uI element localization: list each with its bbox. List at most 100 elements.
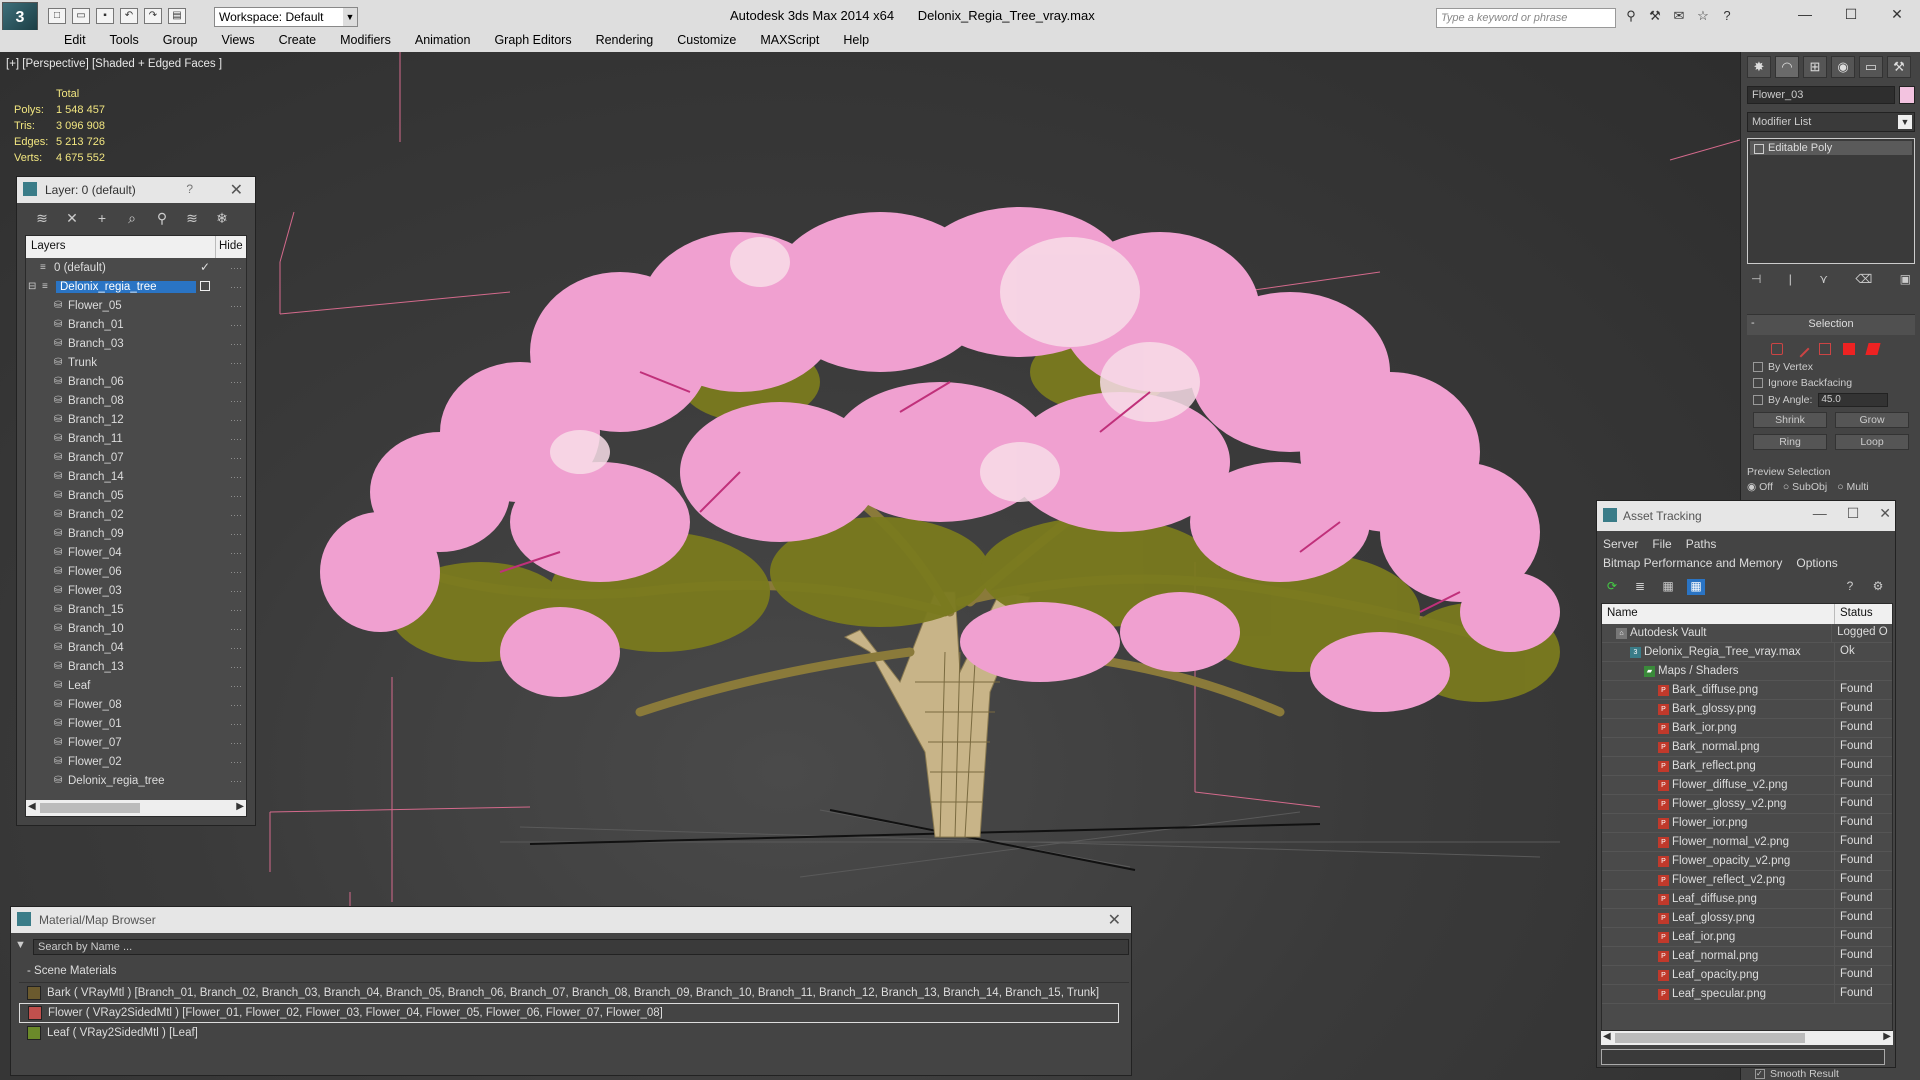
hide-toggle[interactable]: ····: [226, 263, 246, 273]
column-hide[interactable]: Hide: [216, 236, 246, 258]
horizontal-scrollbar[interactable]: ◀ ▶: [26, 800, 246, 816]
help-icon[interactable]: ?: [1841, 579, 1859, 595]
asset-row[interactable]: P Flower_reflect_v2.png Found: [1602, 871, 1892, 890]
hide-toggle[interactable]: ····: [226, 567, 246, 577]
asset-row[interactable]: P Flower_glossy_v2.png Found: [1602, 795, 1892, 814]
menu-item-tools[interactable]: Tools: [98, 30, 151, 52]
binoculars-icon[interactable]: ⚲: [1622, 8, 1640, 26]
asset-row[interactable]: P Flower_ior.png Found: [1602, 814, 1892, 833]
menu-item-rendering[interactable]: Rendering: [584, 30, 666, 52]
grow-button[interactable]: Grow: [1835, 412, 1909, 428]
layer-object-row[interactable]: ⛁ Branch_13 ····: [26, 657, 246, 676]
scroll-right-icon[interactable]: ▶: [1883, 1031, 1891, 1042]
layer-object-row[interactable]: ⛁ Flower_08 ····: [26, 695, 246, 714]
hide-toggle[interactable]: ····: [226, 510, 246, 520]
motion-tab-icon[interactable]: ◉: [1831, 56, 1855, 78]
layer-panel-title-bar[interactable]: Layer: 0 (default) ? ✕: [17, 177, 255, 203]
object-name-field[interactable]: Flower_03: [1747, 86, 1895, 104]
layer-object-row[interactable]: ⛁ Branch_06 ····: [26, 372, 246, 391]
material-row[interactable]: Flower ( VRay2SidedMtl ) [Flower_01, Flo…: [19, 1003, 1119, 1023]
scroll-thumb[interactable]: [1615, 1033, 1805, 1043]
by-angle-checkbox[interactable]: By Angle: 45.0: [1747, 391, 1915, 409]
asset-row[interactable]: P Bark_glossy.png Found: [1602, 700, 1892, 719]
layer-object-row[interactable]: ⛁ Leaf ····: [26, 676, 246, 695]
save-icon[interactable]: ▪: [96, 8, 114, 24]
ignore-backfacing-checkbox[interactable]: Ignore Backfacing: [1747, 375, 1915, 391]
hide-toggle[interactable]: ····: [226, 700, 246, 710]
help-icon[interactable]: ?: [1718, 8, 1736, 26]
asset-row[interactable]: P Flower_opacity_v2.png Found: [1602, 852, 1892, 871]
hide-toggle[interactable]: ····: [226, 548, 246, 558]
hide-toggle[interactable]: ····: [226, 282, 246, 292]
column-layers[interactable]: Layers: [26, 236, 216, 258]
scene-materials-header[interactable]: - Scene Materials: [19, 965, 1129, 983]
layer-object-row[interactable]: ⛁ Flower_03 ····: [26, 581, 246, 600]
scroll-right-icon[interactable]: ▶: [236, 801, 244, 812]
hide-toggle[interactable]: ····: [226, 662, 246, 672]
subscription-icon[interactable]: ⚒: [1646, 8, 1664, 26]
communication-icon[interactable]: ✉: [1670, 8, 1688, 26]
layer-row-selected[interactable]: ⊟ ≡ Delonix_regia_tree ····: [26, 277, 246, 296]
layer-object-row[interactable]: ⛁ Branch_05 ····: [26, 486, 246, 505]
hide-toggle[interactable]: ····: [226, 643, 246, 653]
hide-toggle[interactable]: ····: [226, 757, 246, 767]
asset-row[interactable]: P Bark_reflect.png Found: [1602, 757, 1892, 776]
menu-item-maxscript[interactable]: MAXScript: [748, 30, 831, 52]
close-button[interactable]: ✕: [1874, 0, 1920, 30]
modifier-list-dropdown[interactable]: Modifier List ▼: [1747, 112, 1915, 132]
workspace-dropdown[interactable]: Workspace: Default ▼: [214, 7, 358, 27]
hide-toggle[interactable]: ····: [226, 472, 246, 482]
new-file-icon[interactable]: □: [48, 8, 66, 24]
scroll-thumb[interactable]: [40, 803, 140, 813]
column-status[interactable]: Status: [1835, 604, 1878, 624]
asset-menu-paths[interactable]: Paths: [1686, 537, 1717, 551]
checkbox[interactable]: [1753, 362, 1763, 372]
preview-option-multi[interactable]: ○ Multi: [1837, 481, 1868, 493]
material-row[interactable]: Bark ( VRayMtl ) [Branch_01, Branch_02, …: [19, 983, 1129, 1003]
hide-toggle[interactable]: ····: [226, 339, 246, 349]
border-icon[interactable]: [1819, 343, 1831, 355]
asset-row[interactable]: P Flower_normal_v2.png Found: [1602, 833, 1892, 852]
menu-item-customize[interactable]: Customize: [665, 30, 748, 52]
menu-item-modifiers[interactable]: Modifiers: [328, 30, 403, 52]
menu-item-create[interactable]: Create: [267, 30, 329, 52]
add-to-layer-icon[interactable]: +: [93, 210, 111, 226]
search-by-name-input[interactable]: Search by Name ...: [33, 939, 1129, 955]
asset-row[interactable]: P Leaf_opacity.png Found: [1602, 966, 1892, 985]
smooth-result-checkbox[interactable]: ✓ Smooth Result: [1755, 1068, 1839, 1080]
minimize-icon[interactable]: —: [1813, 505, 1827, 522]
hide-all-layers-icon[interactable]: ≋: [183, 210, 201, 226]
layer-object-row[interactable]: ⛁ Branch_04 ····: [26, 638, 246, 657]
vertex-icon[interactable]: [1771, 343, 1783, 355]
layer-object-row[interactable]: ⛁ Flower_01 ····: [26, 714, 246, 733]
display-tab-icon[interactable]: ▭: [1859, 56, 1883, 78]
layer-object-row[interactable]: ⛁ Branch_11 ····: [26, 429, 246, 448]
search-options-icon[interactable]: ▼: [15, 939, 26, 951]
asset-menu-server[interactable]: Server: [1603, 537, 1638, 551]
checkbox[interactable]: [1753, 395, 1763, 405]
hide-toggle[interactable]: ····: [226, 301, 246, 311]
scroll-left-icon[interactable]: ◀: [28, 801, 36, 812]
layer-object-row[interactable]: ⛁ Branch_03 ····: [26, 334, 246, 353]
create-layer-icon[interactable]: ≋: [33, 210, 51, 226]
column-name[interactable]: Name: [1602, 604, 1835, 624]
asset-row[interactable]: P Leaf_ior.png Found: [1602, 928, 1892, 947]
hide-toggle[interactable]: ····: [226, 738, 246, 748]
ring-button[interactable]: Ring: [1753, 434, 1827, 450]
infocenter-search-input[interactable]: Type a keyword or phrase: [1436, 8, 1616, 28]
hide-toggle[interactable]: ····: [226, 358, 246, 368]
hide-toggle[interactable]: ····: [226, 776, 246, 786]
layer-object-row[interactable]: ⛁ Branch_12 ····: [26, 410, 246, 429]
edge-icon[interactable]: [1792, 340, 1810, 358]
close-icon[interactable]: ✕: [1108, 910, 1121, 930]
hide-toggle[interactable]: ····: [226, 434, 246, 444]
asset-row[interactable]: P Bark_normal.png Found: [1602, 738, 1892, 757]
refresh-icon[interactable]: ⟳: [1603, 579, 1621, 595]
maximize-icon[interactable]: ☐: [1847, 505, 1860, 522]
table-view-icon[interactable]: ▦: [1687, 579, 1705, 595]
undo-icon[interactable]: ↶: [120, 8, 138, 24]
asset-row[interactable]: P Flower_diffuse_v2.png Found: [1602, 776, 1892, 795]
hide-toggle[interactable]: ····: [226, 320, 246, 330]
layer-object-row[interactable]: ⛁ Flower_02 ····: [26, 752, 246, 771]
configure-sets-icon[interactable]: ▣: [1900, 272, 1911, 286]
